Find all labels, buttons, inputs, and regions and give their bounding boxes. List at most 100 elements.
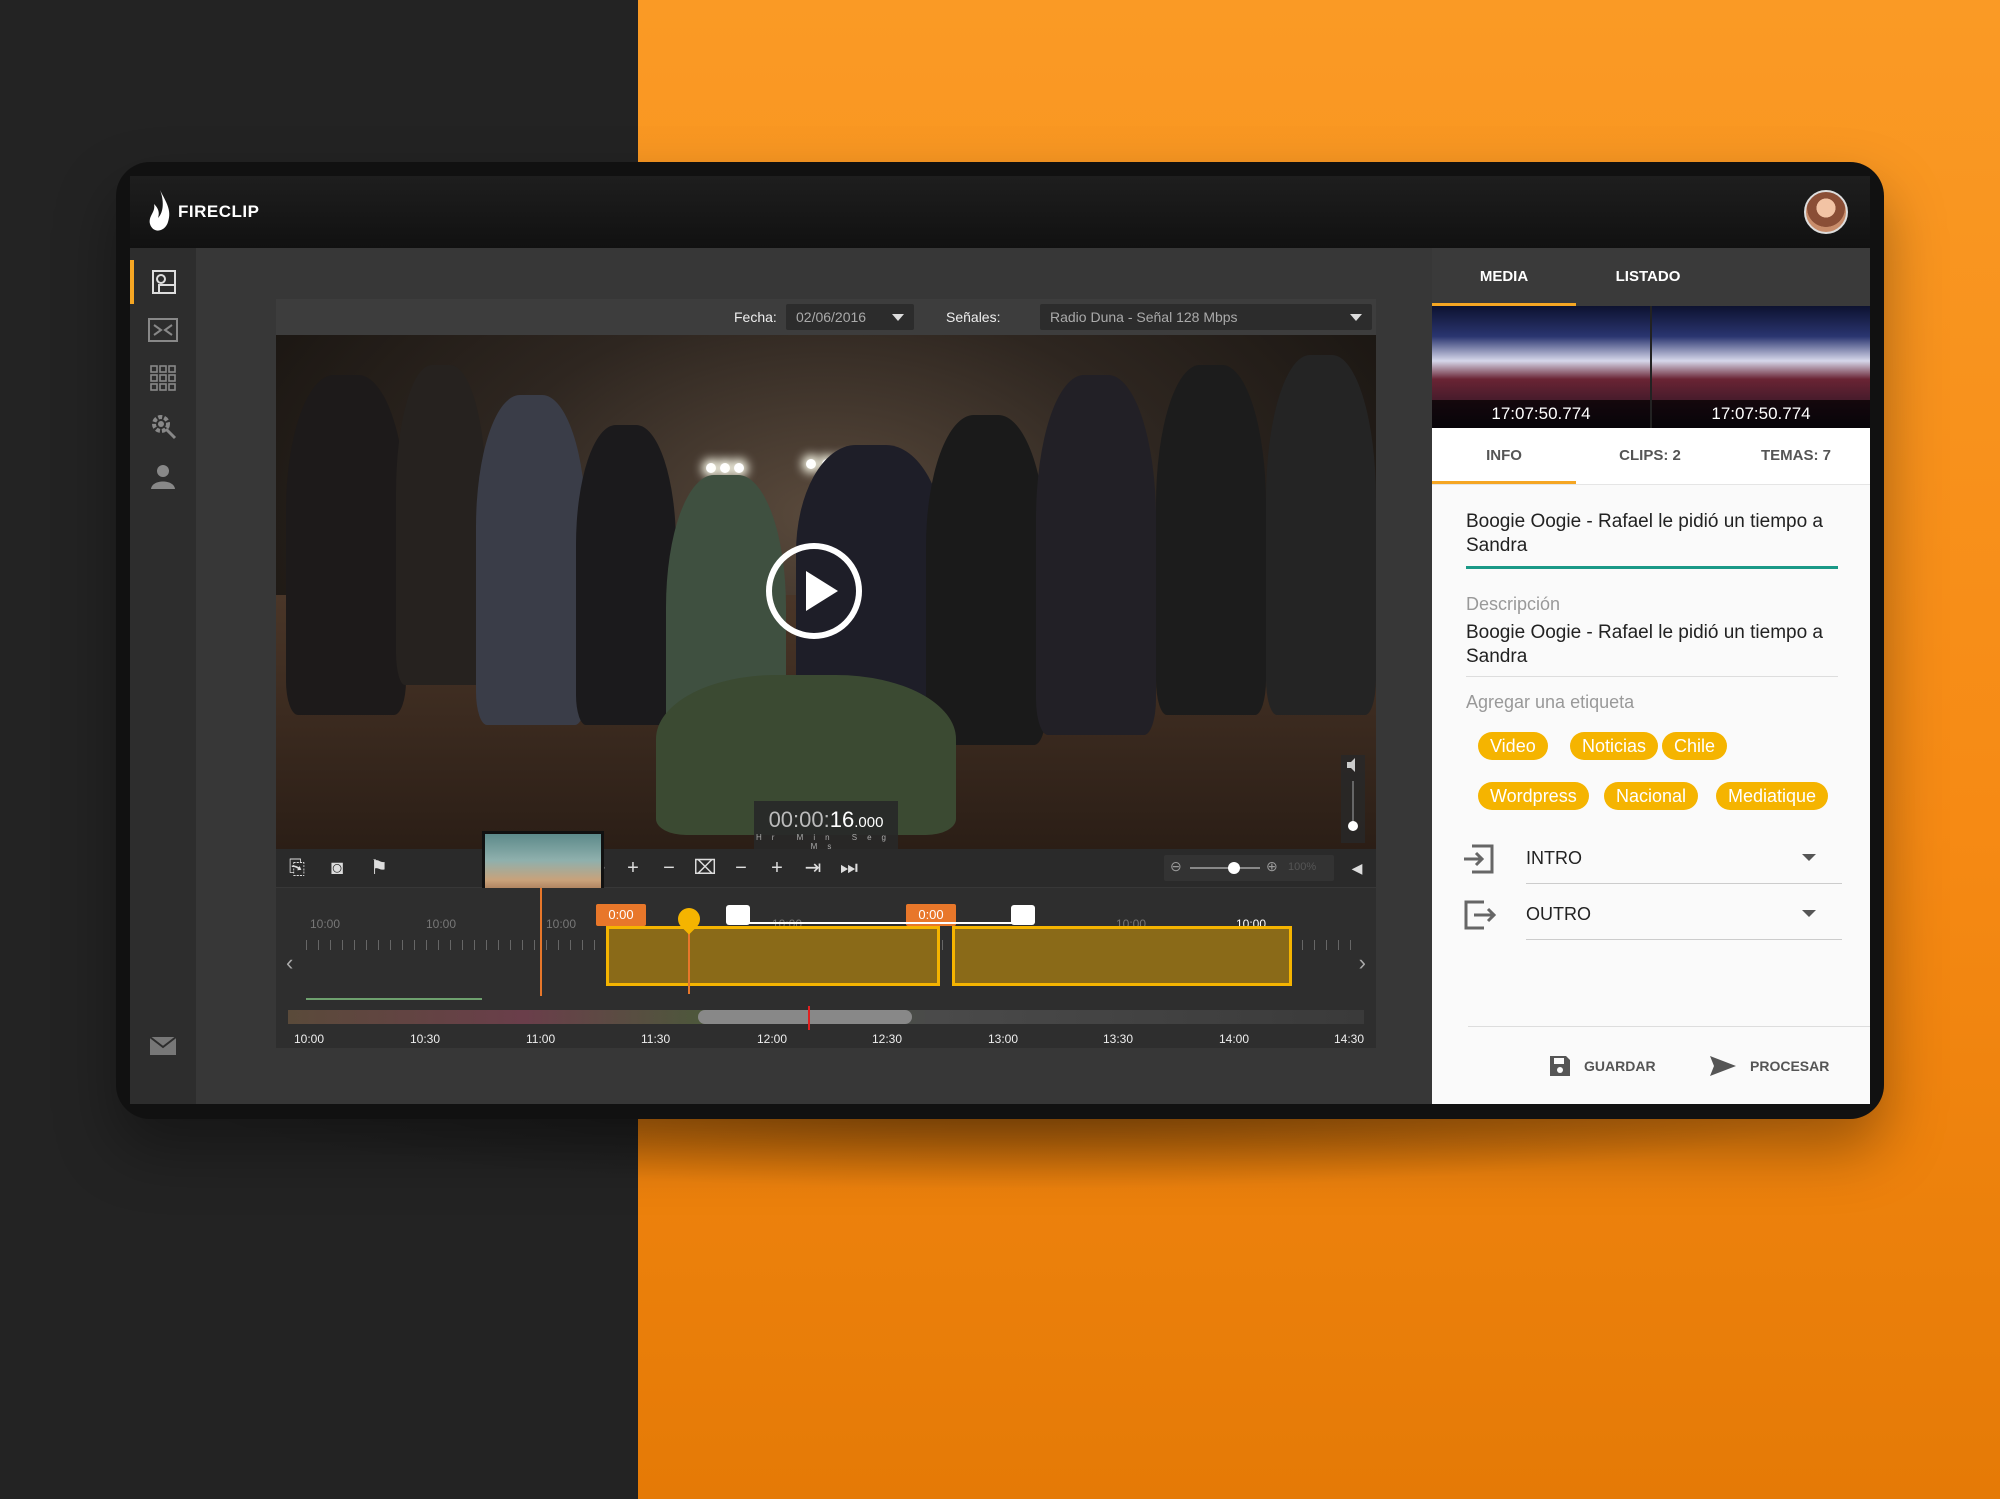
- zoom-control[interactable]: ⊖ ⊕ 100%: [1164, 855, 1334, 881]
- volume-slider[interactable]: [1341, 755, 1365, 843]
- app-screen: FIRECLIP Fecha: 02/06/2016 Señales: Radi…: [130, 176, 1870, 1104]
- player-filter-bar: Fecha: 02/06/2016 Señales: Radio Duna - …: [276, 299, 1376, 336]
- plus-icon[interactable]: +: [762, 853, 792, 883]
- gear-search-icon: [152, 415, 177, 440]
- frame-strip: 17:07:50.774 17:07:50.774: [1432, 306, 1870, 428]
- sidebar-item-media[interactable]: [130, 260, 196, 304]
- mark-out-icon[interactable]: ⇥: [798, 853, 828, 883]
- tag-chip[interactable]: Wordpress: [1478, 782, 1589, 810]
- zoom-level: 100%: [1288, 861, 1317, 873]
- sidebar-item-editor[interactable]: [130, 308, 196, 352]
- fecha-select[interactable]: 02/06/2016: [786, 304, 914, 330]
- process-button[interactable]: PROCESAR: [1708, 1054, 1829, 1078]
- person-silhouette: [576, 425, 676, 725]
- senales-value: Radio Duna - Señal 128 Mbps: [1050, 309, 1238, 325]
- play-icon[interactable]: [766, 543, 862, 639]
- clip-in-badge[interactable]: 0:00: [596, 904, 646, 926]
- sidebar-item-messages[interactable]: [130, 1024, 196, 1068]
- frame-thumbnail[interactable]: 17:07:50.774: [1652, 306, 1870, 428]
- player-controls: ⎘ ◙ ⚑ ⏮ ⇤ + − ⌧ − + ⇥ ⏭ ⊖ ⊕ 100% ◀: [276, 849, 1376, 887]
- export-icon[interactable]: ⎘: [282, 853, 312, 883]
- scrollbar-thumb[interactable]: [698, 1010, 912, 1024]
- sidebar-item-grid[interactable]: [130, 356, 196, 400]
- person-silhouette: [396, 365, 486, 685]
- frame-time: 17:07:50.774: [1652, 400, 1870, 428]
- video-player: Fecha: 02/06/2016 Señales: Radio Duna - …: [276, 299, 1376, 903]
- mute-icon[interactable]: ◀: [1342, 853, 1372, 883]
- chevron-down-icon: [892, 314, 904, 321]
- tag-chip[interactable]: Chile: [1662, 732, 1728, 760]
- tab-media[interactable]: MEDIA: [1432, 248, 1576, 306]
- timeline-upper-label: 10:00: [546, 917, 577, 931]
- description-field[interactable]: Boogie Oogie - Rafael le pidió un tiempo…: [1466, 621, 1836, 669]
- stage-light: [706, 463, 716, 473]
- tag-chip[interactable]: Mediatique: [1716, 782, 1829, 810]
- skip-end-icon[interactable]: ⏭: [834, 853, 864, 883]
- timecode-units: Hr Min Seg Ms: [755, 833, 896, 849]
- timeline[interactable]: ‹ › 10:00 10:00 10:00 10:00 10:00 10:00 …: [276, 888, 1376, 1048]
- volume-icon: [1347, 758, 1355, 772]
- frame-thumbnail[interactable]: 17:07:50.774: [1432, 306, 1650, 428]
- trash-icon[interactable]: ⌧: [690, 853, 720, 883]
- tab-clips[interactable]: CLIPS: 2: [1578, 428, 1722, 484]
- tag-chip[interactable]: Noticias: [1570, 732, 1659, 760]
- clip-segment[interactable]: [606, 926, 940, 986]
- chevron-down-icon: [1802, 910, 1816, 917]
- person-silhouette: [286, 375, 406, 715]
- comment-link: [748, 922, 1012, 924]
- tab-temas[interactable]: TEMAS: 7: [1722, 428, 1870, 484]
- minus-icon[interactable]: −: [726, 853, 756, 883]
- process-label: PROCESAR: [1750, 1058, 1830, 1074]
- top-bar: FIRECLIP: [130, 176, 1870, 248]
- current-time-marker: [808, 1006, 810, 1030]
- video-frame[interactable]: 00:00:16.000 Hr Min Seg Ms: [276, 335, 1376, 849]
- footer-divider: [1468, 1026, 1870, 1027]
- logo: FIRECLIP: [148, 190, 259, 234]
- chevron-left-icon[interactable]: ‹: [286, 950, 293, 976]
- zoom-out-icon[interactable]: ⊖: [1170, 858, 1182, 875]
- plus-icon[interactable]: +: [618, 853, 648, 883]
- tab-listado[interactable]: LISTADO: [1576, 248, 1720, 306]
- send-icon: [1710, 1056, 1736, 1076]
- outro-select[interactable]: OUTRO: [1462, 892, 1842, 940]
- fecha-label: Fecha:: [734, 309, 777, 325]
- sidebar-item-settings[interactable]: [130, 404, 196, 448]
- axis-label: 13:30: [1103, 1032, 1134, 1046]
- media-tabs: MEDIA LISTADO: [1432, 248, 1870, 306]
- title-field[interactable]: Boogie Oogie - Rafael le pidió un tiempo…: [1466, 510, 1836, 558]
- tag-input[interactable]: Agregar una etiqueta: [1466, 692, 1634, 713]
- save-button[interactable]: GUARDAR: [1548, 1054, 1656, 1078]
- minus-icon[interactable]: −: [654, 853, 684, 883]
- enter-icon: [1464, 844, 1494, 874]
- stage-light: [734, 463, 744, 473]
- clip-segment[interactable]: [952, 926, 1292, 986]
- tab-info[interactable]: INFO: [1432, 428, 1576, 484]
- add-marker-icon[interactable]: ⚑: [364, 853, 394, 883]
- overview-scrollbar[interactable]: [288, 1010, 1364, 1024]
- frame-time: 17:07:50.774: [1432, 400, 1650, 428]
- intro-select[interactable]: INTRO: [1462, 836, 1842, 884]
- person-silhouette: [476, 395, 586, 725]
- chevron-right-icon[interactable]: ›: [1359, 950, 1366, 976]
- volume-knob[interactable]: [1348, 821, 1358, 831]
- comment-icon[interactable]: [1011, 905, 1035, 925]
- outro-label: OUTRO: [1526, 904, 1591, 924]
- playhead-line[interactable]: [540, 888, 542, 996]
- timecode-value: 00:00:16.000: [768, 807, 884, 832]
- comment-icon[interactable]: [726, 905, 750, 925]
- description-label: Descripción: [1466, 594, 1561, 614]
- axis-label: 11:00: [526, 1032, 556, 1046]
- tag-chip[interactable]: Video: [1478, 732, 1548, 760]
- user-avatar[interactable]: [1804, 190, 1848, 234]
- tag-chip[interactable]: Nacional: [1604, 782, 1699, 810]
- camera-icon[interactable]: ◙: [322, 853, 352, 883]
- sidebar-item-user[interactable]: [130, 454, 196, 498]
- zoom-knob[interactable]: [1228, 862, 1240, 874]
- flame-icon: [149, 190, 170, 231]
- timeline-upper-label: 10:00: [426, 917, 457, 931]
- zoom-in-icon[interactable]: ⊕: [1266, 858, 1278, 875]
- film-camera-icon: [152, 270, 176, 294]
- axis-label: 11:30: [641, 1032, 671, 1046]
- senales-select[interactable]: Radio Duna - Señal 128 Mbps: [1040, 304, 1372, 330]
- person-silhouette: [1266, 355, 1376, 715]
